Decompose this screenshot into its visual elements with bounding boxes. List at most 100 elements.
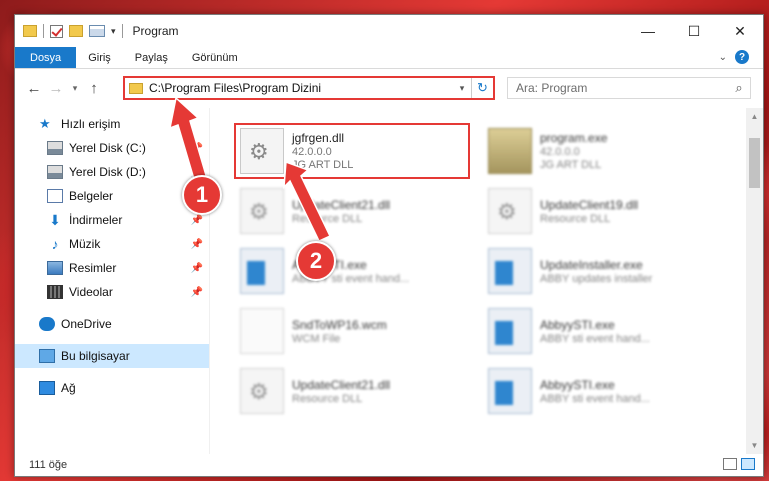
file-description: Resource DLL: [292, 212, 363, 225]
view-toggle: [723, 458, 755, 470]
sidebar-item-label: Videolar: [69, 285, 113, 299]
file-item[interactable]: SndToWP16.wcm WCM File: [234, 303, 474, 359]
pictures-icon: [47, 261, 63, 275]
dll-file-icon: [488, 188, 532, 234]
sidebar-item-pictures[interactable]: Resimler 📌: [15, 256, 209, 280]
tab-view[interactable]: Görünüm: [180, 47, 250, 68]
back-button[interactable]: ←: [23, 80, 45, 97]
document-icon: [47, 189, 63, 203]
pin-icon[interactable]: 📌: [191, 215, 203, 226]
computer-icon: [39, 349, 55, 363]
quick-access-toolbar: ▾: [15, 24, 123, 38]
sidebar-item-network[interactable]: Ağ: [15, 376, 209, 400]
item-count: 111 öğe: [29, 459, 68, 471]
file-item[interactable]: AbbyySTI.exe ABBY sti event hand...: [482, 363, 722, 419]
file-list: jgfrgen.dll 42.0.0.0 JG ART DLL program.…: [210, 108, 763, 454]
highlight-box: [234, 123, 470, 179]
customize-toolbar-dropdown[interactable]: ▾: [111, 26, 116, 37]
sidebar-item-label: Yerel Disk (D:): [69, 165, 146, 179]
properties-check-icon[interactable]: [50, 24, 63, 38]
minimize-button[interactable]: —: [625, 15, 671, 47]
search-box[interactable]: Ara: Program ⌕: [507, 77, 751, 99]
maximize-button[interactable]: ☐: [671, 15, 717, 47]
properties-icon[interactable]: [89, 25, 105, 37]
scroll-down-arrow[interactable]: ▼: [746, 441, 763, 450]
sidebar-item-this-pc[interactable]: Bu bilgisayar: [15, 344, 209, 368]
sidebar-item-videos[interactable]: Videolar 📌: [15, 280, 209, 304]
exe-file-icon: [488, 308, 532, 354]
vertical-scrollbar[interactable]: ▲ ▼: [746, 108, 763, 454]
file-name: UpdateClient21.dll: [292, 197, 391, 212]
sidebar-item-local-disk-c[interactable]: Yerel Disk (C:) 📌: [15, 136, 209, 160]
file-name: UpdateClient19.dll: [540, 197, 639, 212]
toolbar-divider: [43, 24, 44, 38]
star-icon: ★: [39, 116, 51, 131]
navigation-pane: ★ Hızlı erişim Yerel Disk (C:) 📌 Yerel D…: [15, 108, 210, 454]
sidebar-item-documents[interactable]: Belgeler: [15, 184, 209, 208]
download-icon: ⬇: [49, 212, 61, 228]
file-item[interactable]: AbbyySTI.exe ABBYY sti event hand...: [234, 243, 474, 299]
pin-icon[interactable]: 📌: [191, 239, 203, 250]
scroll-up-arrow[interactable]: ▲: [746, 112, 763, 121]
recent-locations-dropdown[interactable]: ▾: [67, 83, 83, 94]
refresh-button[interactable]: ↻: [471, 78, 493, 98]
sidebar-item-label: Ağ: [61, 381, 76, 395]
forward-button[interactable]: →: [45, 80, 67, 97]
up-button[interactable]: ↑: [83, 80, 105, 97]
file-item[interactable]: UpdateClient21.dll Resource DLL: [234, 363, 474, 419]
file-item[interactable]: UpdateClient21.dll Resource DLL: [234, 183, 474, 239]
scrollbar-thumb[interactable]: [749, 138, 760, 188]
tab-file[interactable]: Dosya: [15, 47, 77, 68]
file-description: JG ART DLL: [540, 159, 602, 171]
sidebar-item-onedrive[interactable]: OneDrive: [15, 312, 209, 336]
file-name: UpdateClient21.dll: [292, 377, 391, 392]
file-description: Resource DLL: [292, 392, 363, 405]
status-bar: 111 öğe: [15, 454, 763, 476]
expand-ribbon-button[interactable]: ⌄: [719, 52, 727, 63]
close-button[interactable]: ✕: [717, 15, 763, 47]
address-bar[interactable]: C:\Program Files\Program Dizini ▾ ↻: [123, 76, 495, 100]
file-name: SndToWP16.wcm: [292, 317, 387, 332]
file-name: UpdateInstaller.exe: [540, 257, 643, 272]
file-name: program.exe: [540, 131, 608, 145]
address-row: ← → ▾ ↑ C:\Program Files\Program Dizini …: [15, 69, 763, 107]
help-icon[interactable]: ?: [735, 50, 749, 64]
exe-file-icon: [488, 368, 532, 414]
address-path[interactable]: C:\Program Files\Program Dizini: [149, 81, 453, 95]
drive-icon: [47, 141, 63, 155]
sidebar-item-music[interactable]: ♪ Müzik 📌: [15, 232, 209, 256]
pin-icon[interactable]: 📌: [191, 263, 203, 274]
pin-icon[interactable]: 📌: [191, 287, 203, 298]
file-version: 42.0.0.0: [540, 146, 580, 158]
toolbar-divider: [121, 24, 123, 38]
sidebar-item-label: Bu bilgisayar: [61, 349, 130, 363]
title-bar: ▾ Program — ☐ ✕: [15, 15, 763, 47]
annotation-badge-2: 2: [296, 241, 336, 281]
sidebar-item-label: Hızlı erişim: [61, 117, 121, 131]
file-item[interactable]: UpdateInstaller.exe ABBY updates install…: [482, 243, 722, 299]
dll-file-icon: [240, 188, 284, 234]
videos-icon: [47, 285, 63, 299]
sidebar-item-label: Yerel Disk (C:): [69, 141, 146, 155]
details-view-icon[interactable]: [723, 458, 737, 470]
folder-icon[interactable]: [23, 25, 37, 37]
file-item[interactable]: UpdateClient19.dll Resource DLL: [482, 183, 722, 239]
sidebar-item-downloads[interactable]: ⬇ İndirmeler 📌: [15, 208, 209, 232]
search-input[interactable]: Ara: Program: [516, 81, 728, 95]
address-dropdown[interactable]: ▾: [453, 83, 471, 94]
file-explorer-window: ▾ Program — ☐ ✕ Dosya Giriş Paylaş Görün…: [14, 14, 764, 477]
pin-icon[interactable]: 📌: [191, 143, 203, 154]
sidebar-item-label: OneDrive: [61, 317, 112, 331]
new-folder-icon[interactable]: [69, 25, 83, 37]
tab-home[interactable]: Giriş: [76, 47, 123, 68]
search-icon[interactable]: ⌕: [728, 80, 750, 96]
large-icons-view-icon[interactable]: [741, 458, 755, 470]
sidebar-item-quick-access[interactable]: ★ Hızlı erişim: [15, 112, 209, 136]
tab-share[interactable]: Paylaş: [123, 47, 180, 68]
file-item[interactable]: AbbyySTI.exe ABBY sti event hand...: [482, 303, 722, 359]
sidebar-item-label: Belgeler: [69, 189, 114, 203]
dll-file-icon: [240, 368, 284, 414]
sidebar-item-local-disk-d[interactable]: Yerel Disk (D:) 📌: [15, 160, 209, 184]
file-item[interactable]: program.exe 42.0.0.0 JG ART DLL: [482, 123, 722, 179]
file-description: ABBY updates installer: [540, 272, 653, 285]
